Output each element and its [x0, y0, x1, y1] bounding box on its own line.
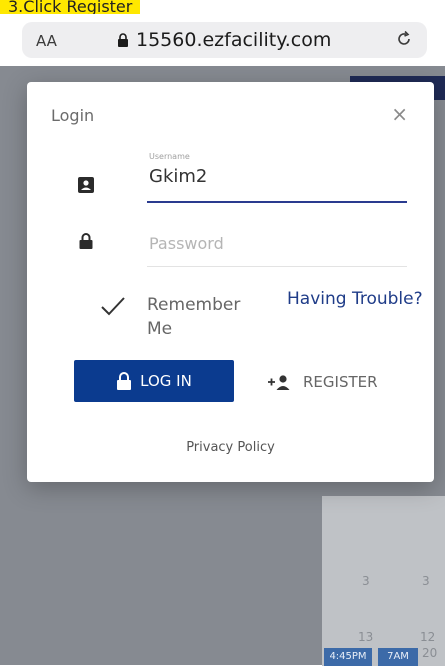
having-trouble-link[interactable]: Having Trouble? — [287, 289, 423, 309]
event-chip: 4:45PM — [324, 648, 372, 666]
checkmark-icon[interactable] — [99, 292, 127, 320]
username-input[interactable]: Gkim2 — [149, 166, 207, 187]
register-button[interactable]: REGISTER — [267, 362, 378, 402]
login-button-label: LOG IN — [140, 372, 192, 390]
username-underline — [147, 201, 407, 203]
login-button[interactable]: LOG IN — [74, 360, 234, 402]
event-chip: 7AM — [378, 648, 418, 666]
user-card-icon — [78, 177, 94, 193]
calendar-background: 3 3 13 12 20 4:45PM 7AM — [322, 496, 445, 666]
dialog-title: Login — [51, 106, 95, 125]
text-size-button[interactable]: AA — [36, 32, 57, 50]
login-dialog: Login × Username Gkim2 Remember Me Havin… — [27, 82, 434, 482]
password-underline — [147, 266, 407, 267]
close-button[interactable]: × — [391, 102, 408, 126]
lock-icon — [79, 233, 93, 249]
calendar-day: 3 — [422, 574, 430, 588]
privacy-policy-link[interactable]: Privacy Policy — [27, 440, 434, 455]
lock-icon — [118, 33, 128, 47]
url-bar[interactable]: AA 15560.ezfacility.com — [22, 22, 427, 58]
register-button-label: REGISTER — [303, 373, 378, 391]
instruction-banner: 3.Click Register — [0, 0, 141, 14]
calendar-day: 12 — [420, 630, 436, 644]
lock-icon — [117, 372, 132, 390]
url-text: 15560.ezfacility.com — [136, 29, 332, 51]
browser-address-bar: AA 15560.ezfacility.com — [0, 14, 445, 66]
calendar-day: 3 — [362, 574, 370, 588]
username-caption: Username — [149, 152, 190, 161]
calendar-day: 13 — [358, 630, 374, 644]
add-user-icon — [268, 375, 290, 390]
reload-icon[interactable] — [395, 30, 413, 48]
calendar-day: 20 — [422, 646, 438, 660]
password-input[interactable] — [147, 228, 409, 258]
remember-me-label[interactable]: Remember Me — [147, 293, 267, 341]
